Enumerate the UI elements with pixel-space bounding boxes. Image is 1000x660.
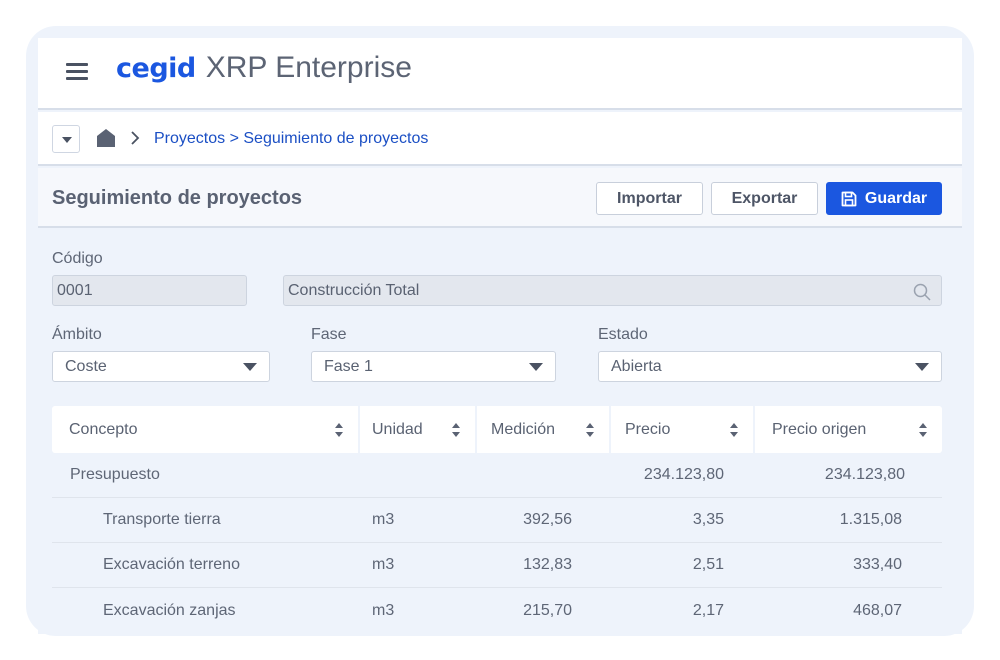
cell-precio: 234.123,80 bbox=[643, 466, 724, 483]
sort-icon[interactable] bbox=[451, 422, 461, 438]
chevron-down-icon[interactable] bbox=[52, 125, 80, 153]
sort-icon[interactable] bbox=[729, 422, 739, 438]
cell-precio-origen: 234.123,80 bbox=[824, 466, 905, 483]
breadcrumb[interactable]: Proyectos > Seguimiento de proyectos bbox=[154, 130, 428, 148]
cell-concepto: Excavación zanjas bbox=[103, 601, 236, 619]
table-row[interactable]: Excavación zanjas m3 215,70 2,17 468,07 bbox=[52, 588, 942, 633]
cell-precio: 3,35 bbox=[692, 511, 724, 528]
cell-unidad: m3 bbox=[372, 601, 395, 619]
brand-logo: cegid bbox=[116, 53, 196, 84]
save-button-label: Guardar bbox=[864, 189, 928, 207]
save-icon bbox=[841, 191, 857, 206]
cell-concepto: Excavación terreno bbox=[103, 556, 240, 573]
chevron-down-icon bbox=[529, 363, 543, 371]
brand: cegid XRP Enterprise bbox=[116, 51, 412, 91]
chevron-right-icon bbox=[131, 131, 140, 145]
cell-medicion: 392,56 bbox=[523, 511, 572, 528]
column-header-precio[interactable]: Precio bbox=[611, 406, 755, 453]
phase-value: Fase 1 bbox=[324, 357, 373, 375]
phase-select[interactable]: Fase 1 bbox=[311, 351, 556, 382]
code-label: Código bbox=[52, 250, 103, 267]
scope-select[interactable]: Coste bbox=[52, 351, 270, 382]
column-header-concepto[interactable]: Concepto bbox=[52, 406, 360, 453]
export-button[interactable]: Exportar bbox=[711, 182, 818, 215]
code-value: 0001 bbox=[57, 281, 93, 299]
scope-value: Coste bbox=[65, 357, 107, 375]
phase-label: Fase bbox=[311, 326, 347, 343]
project-name-field[interactable]: Construcción Total bbox=[283, 275, 942, 306]
page-title: Seguimiento de proyectos bbox=[52, 187, 303, 209]
column-header-unidad[interactable]: Unidad bbox=[360, 406, 477, 453]
title-bar: Seguimiento de proyectos Importar Export… bbox=[38, 168, 962, 228]
cell-precio-origen: 333,40 bbox=[853, 556, 902, 573]
cell-unidad: m3 bbox=[372, 511, 395, 528]
chevron-down-icon bbox=[243, 363, 257, 371]
column-header-precio-origen[interactable]: Precio origen bbox=[755, 406, 942, 453]
cell-precio-origen: 468,07 bbox=[853, 601, 902, 619]
brand-product-name: XRP Enterprise bbox=[205, 51, 412, 84]
chevron-down-icon bbox=[915, 363, 929, 371]
table-header: Concepto Unidad Medición Precio Precio o… bbox=[52, 406, 942, 453]
top-bar: cegid XRP Enterprise bbox=[38, 38, 962, 110]
cell-unidad: m3 bbox=[372, 556, 395, 573]
cell-concepto: Presupuesto bbox=[70, 466, 160, 483]
cell-precio: 2,17 bbox=[692, 601, 724, 619]
project-name-value: Construcción Total bbox=[288, 281, 420, 299]
app-window: cegid XRP Enterprise Proyectos > Seguimi… bbox=[38, 38, 962, 634]
scope-label: Ámbito bbox=[52, 326, 102, 343]
search-icon[interactable] bbox=[913, 283, 931, 301]
menu-icon[interactable] bbox=[66, 63, 88, 81]
code-field[interactable]: 0001 bbox=[52, 275, 247, 306]
sort-icon[interactable] bbox=[918, 422, 928, 438]
sort-icon[interactable] bbox=[334, 422, 344, 438]
column-header-medicion[interactable]: Medición bbox=[477, 406, 611, 453]
import-button[interactable]: Importar bbox=[596, 182, 703, 215]
cell-concepto: Transporte tierra bbox=[103, 511, 221, 528]
cell-medicion: 132,83 bbox=[523, 556, 572, 573]
status-value: Abierta bbox=[611, 357, 662, 375]
status-select[interactable]: Abierta bbox=[598, 351, 942, 382]
cell-precio: 2,51 bbox=[692, 556, 724, 573]
cell-medicion: 215,70 bbox=[523, 601, 572, 619]
table-row[interactable]: Presupuesto 234.123,80 234.123,80 bbox=[52, 453, 942, 498]
status-label: Estado bbox=[598, 326, 648, 343]
save-button[interactable]: Guardar bbox=[826, 182, 942, 215]
sort-icon[interactable] bbox=[585, 422, 595, 438]
project-table: Concepto Unidad Medición Precio Precio o… bbox=[52, 406, 942, 633]
home-icon[interactable] bbox=[96, 128, 116, 148]
breadcrumb-bar: Proyectos > Seguimiento de proyectos bbox=[38, 112, 962, 166]
table-row[interactable]: Transporte tierra m3 392,56 3,35 1.315,0… bbox=[52, 498, 942, 543]
cell-precio-origen: 1.315,08 bbox=[839, 511, 902, 528]
table-row[interactable]: Excavación terreno m3 132,83 2,51 333,40 bbox=[52, 543, 942, 588]
